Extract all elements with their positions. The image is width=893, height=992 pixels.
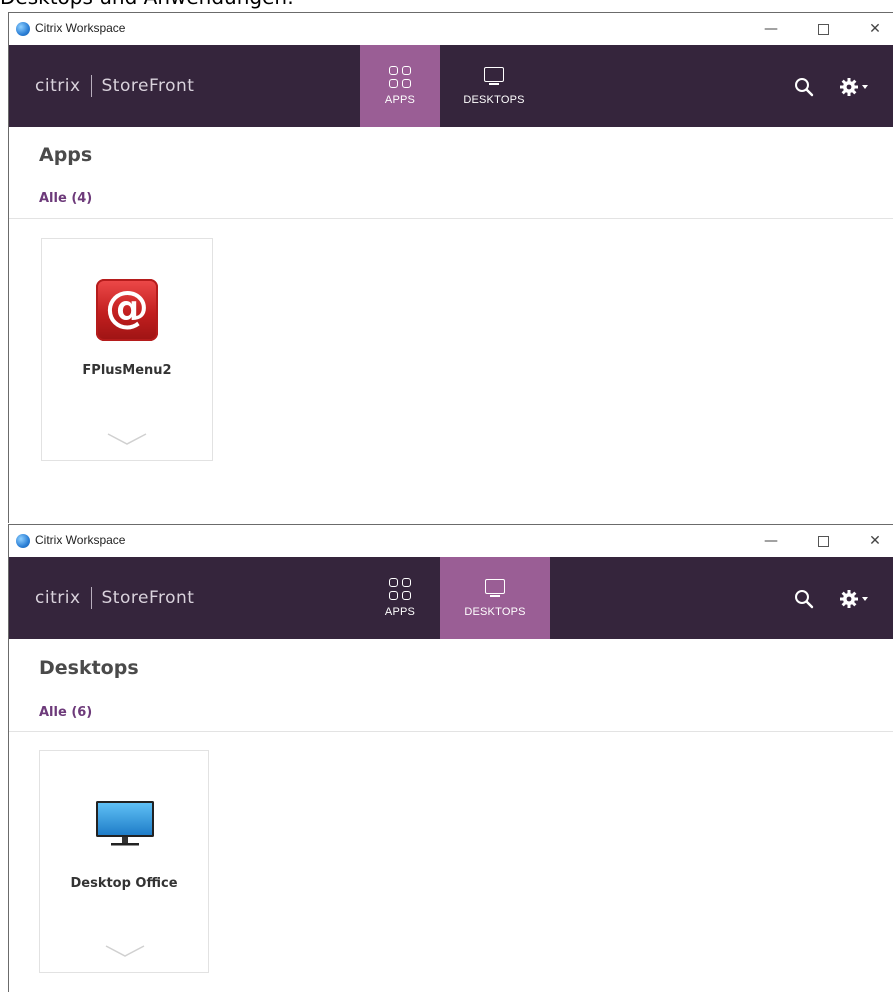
maximize-icon — [817, 23, 829, 35]
apps-grid-icon — [389, 578, 411, 600]
brand-storefront: StoreFront — [101, 76, 195, 96]
search-button[interactable] — [793, 76, 815, 98]
page-title: Apps — [39, 144, 93, 166]
tab-desktops[interactable]: DESKTOPS — [440, 557, 550, 639]
divider — [9, 218, 893, 219]
window-title: Citrix Workspace — [35, 21, 126, 35]
storefront-navbar: citrix StoreFront APPS DESKTOPS — [9, 557, 893, 639]
tab-desktops-label: DESKTOPS — [464, 606, 526, 618]
monitor-icon — [482, 66, 506, 88]
chevron-down-icon[interactable] — [104, 944, 146, 958]
brand-citrix: citrix — [35, 76, 81, 96]
monitor-icon — [483, 578, 507, 600]
tab-desktops[interactable]: DESKTOPS — [440, 45, 548, 127]
caption: Desktops und Anwendungen: — [0, 0, 294, 8]
brand-storefront: StoreFront — [101, 588, 195, 608]
citrix-workspace-icon — [16, 534, 30, 548]
search-button[interactable] — [793, 588, 815, 610]
citrix-workspace-icon — [16, 22, 30, 36]
minimize-button[interactable]: — — [751, 17, 791, 41]
desktop-tile[interactable]: Desktop Office — [39, 750, 209, 973]
maximize-icon — [817, 535, 829, 547]
divider — [9, 731, 893, 732]
brand-separator — [90, 75, 92, 97]
title-bar: Citrix Workspace — ✕ — [9, 13, 893, 45]
search-icon — [795, 78, 814, 97]
citrix-window-desktops: Citrix Workspace — ✕ citrix StoreFront A… — [8, 524, 893, 992]
tab-apps-label: APPS — [384, 94, 416, 106]
brand-logo: citrix StoreFront — [35, 74, 194, 98]
maximize-button[interactable] — [803, 529, 843, 553]
gear-icon — [840, 78, 858, 96]
close-button[interactable]: ✕ — [855, 17, 893, 41]
apps-grid-icon — [389, 66, 411, 88]
desktop-tile-name: Desktop Office — [70, 876, 178, 891]
filter-all-link[interactable]: Alle (6) — [39, 705, 92, 720]
filter-all-link[interactable]: Alle (4) — [39, 191, 92, 206]
storefront-navbar: citrix StoreFront APPS DESKTOPS — [9, 45, 893, 127]
tab-desktops-label: DESKTOPS — [463, 94, 525, 106]
tab-apps-label: APPS — [384, 606, 416, 618]
tab-apps[interactable]: APPS — [360, 557, 440, 639]
title-bar: Citrix Workspace — ✕ — [9, 525, 893, 557]
maximize-button[interactable] — [803, 17, 843, 41]
app-tile-name: FPlusMenu2 — [82, 363, 172, 378]
chevron-down-icon — [862, 85, 868, 89]
desktop-monitor-icon — [96, 801, 154, 846]
tab-apps[interactable]: APPS — [360, 45, 440, 127]
settings-menu-button[interactable] — [839, 75, 875, 99]
gear-icon — [840, 590, 858, 608]
email-at-icon: @ — [96, 279, 158, 341]
minimize-button[interactable]: — — [751, 529, 791, 553]
app-tile[interactable]: @ FPlusMenu2 — [41, 238, 213, 461]
brand-citrix: citrix — [35, 588, 81, 608]
window-title: Citrix Workspace — [35, 533, 126, 547]
page-title: Desktops — [39, 657, 139, 679]
brand-separator — [90, 587, 92, 609]
close-button[interactable]: ✕ — [855, 529, 893, 553]
brand-logo: citrix StoreFront — [35, 586, 194, 610]
citrix-window-apps: Citrix Workspace — ✕ citrix StoreFront A… — [8, 12, 893, 523]
settings-menu-button[interactable] — [839, 587, 875, 611]
chevron-down-icon[interactable] — [106, 432, 148, 446]
search-icon — [795, 590, 814, 609]
chevron-down-icon — [862, 597, 868, 601]
